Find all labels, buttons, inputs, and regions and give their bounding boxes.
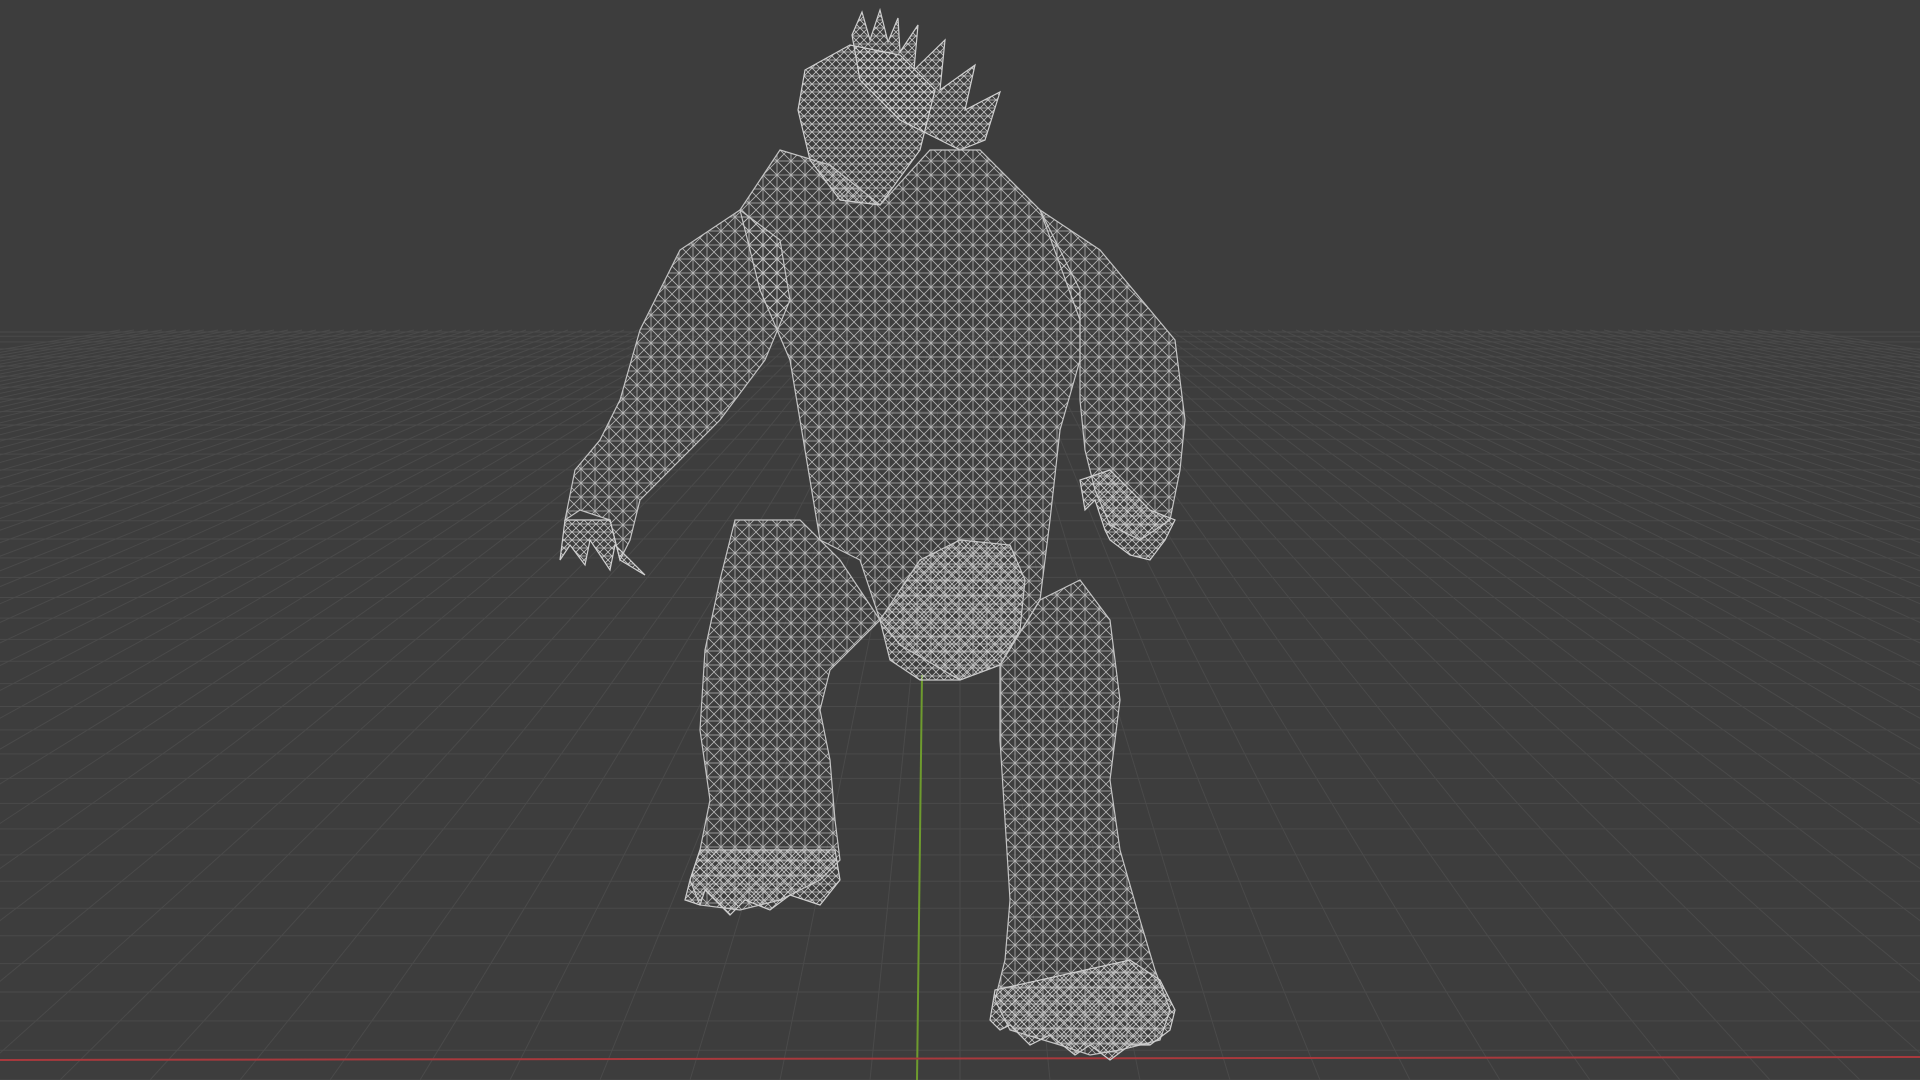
viewport-canvas[interactable] xyxy=(0,0,1920,1080)
3d-viewport[interactable] xyxy=(0,0,1920,1080)
